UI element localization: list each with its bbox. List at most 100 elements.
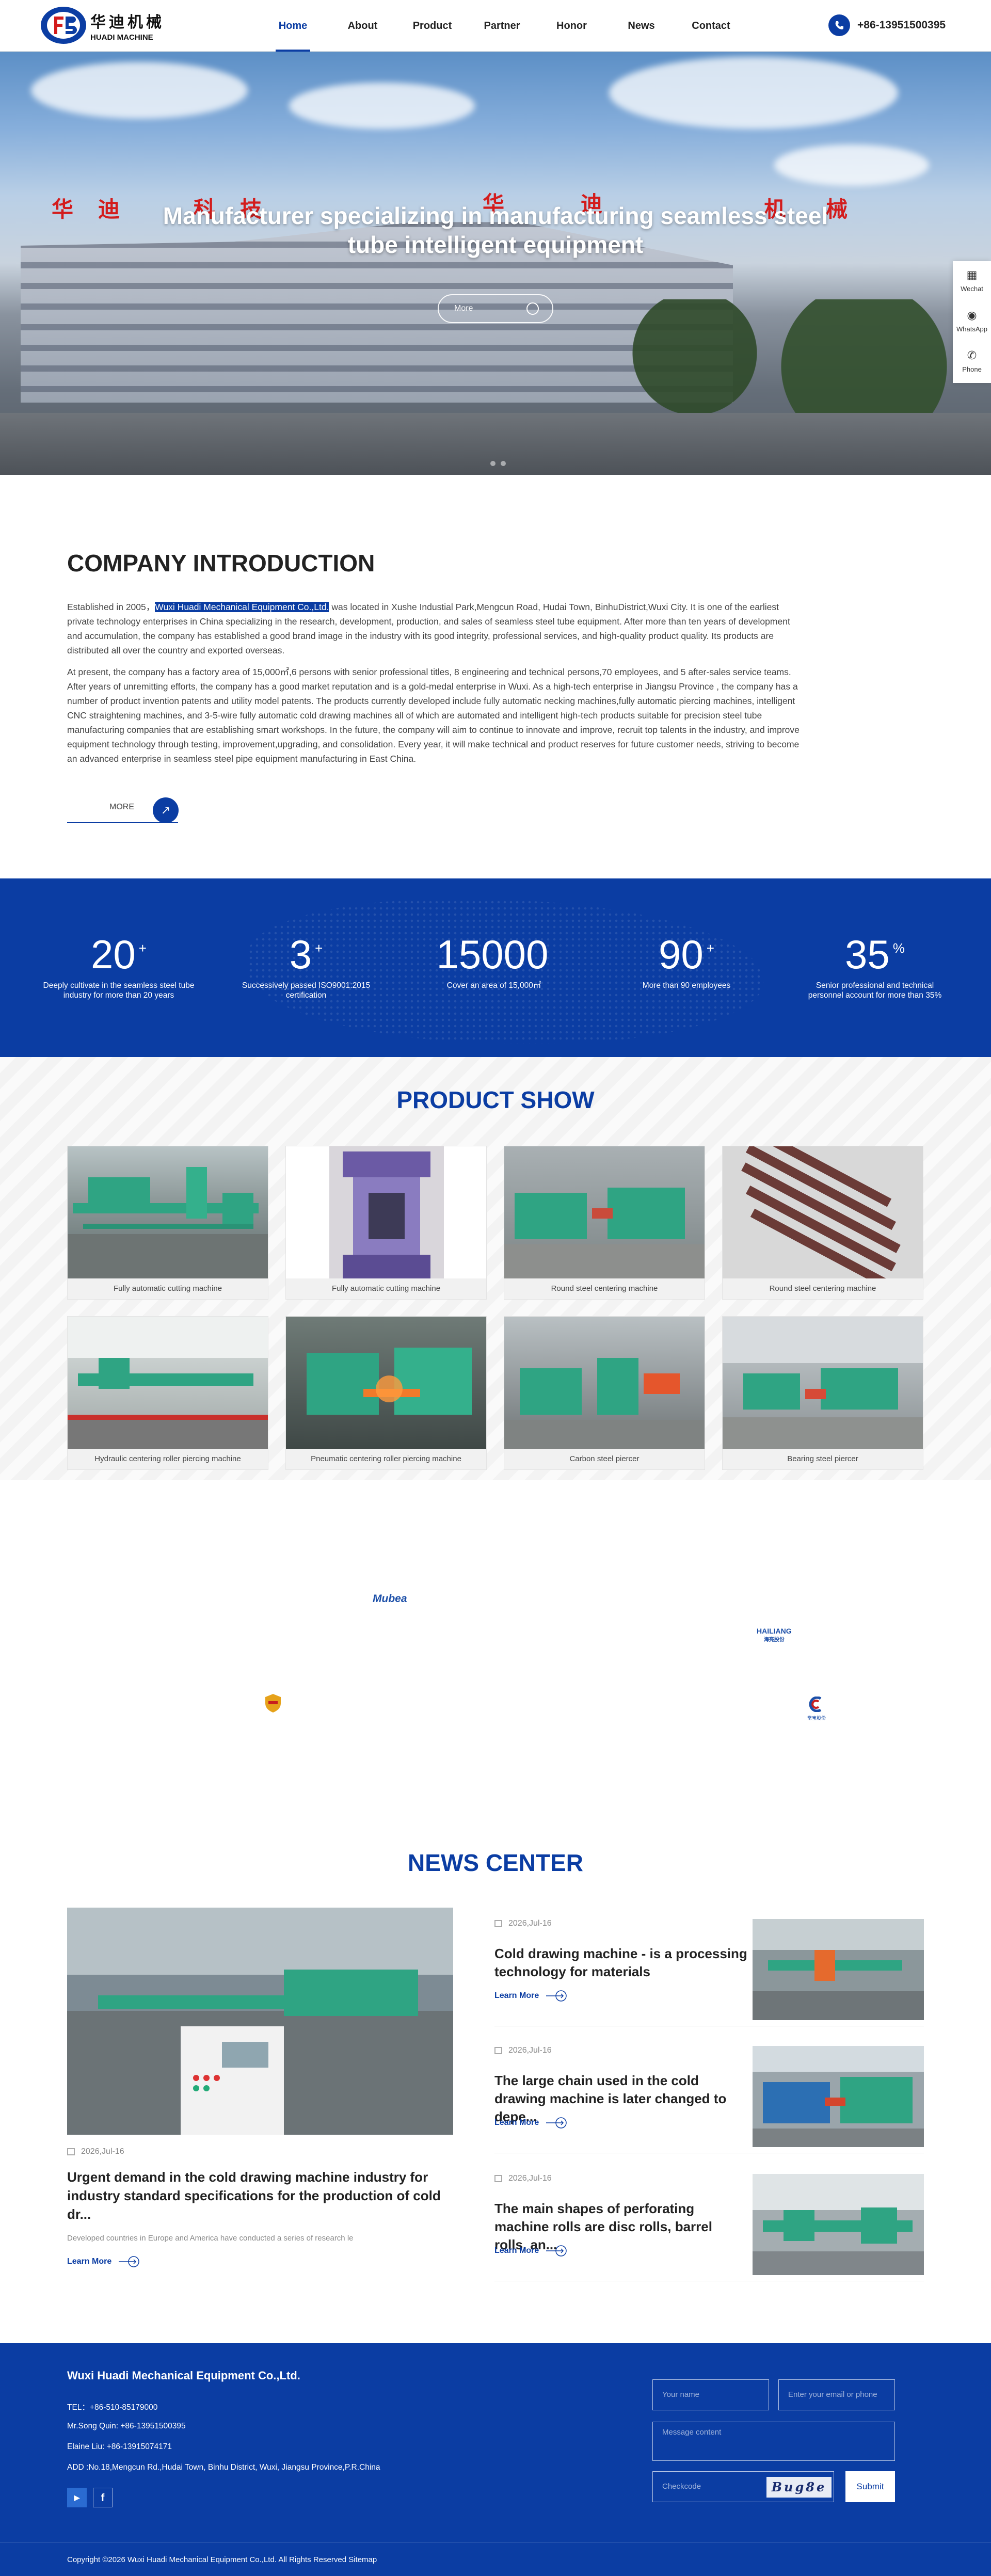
product-card[interactable]: Pneumatic centering roller piercing mach… [285,1316,487,1470]
logo-mark-icon [39,5,88,45]
arrow-right-icon [546,2245,567,2257]
product-image [504,1146,705,1278]
intro-paragraph-2: At present, the company has a factory ar… [67,667,800,764]
nav-partner[interactable]: Partner [467,0,537,52]
partner-logo-changbao[interactable]: 常宝股份 [805,1696,828,1721]
logo-cn: 华迪机械 [90,13,165,31]
cloud [609,57,898,129]
hero-banner: 华 迪 科 技 华 迪 机 械 Manufacturer specializin… [0,52,991,475]
learn-more-link[interactable]: Learn More [67,2256,453,2267]
captcha-image[interactable]: Bug8e [766,2477,832,2498]
side-phone[interactable]: ✆ Phone [953,342,991,382]
learn-more-label: Learn More [494,2246,539,2255]
logo-en: HUADI MACHINE [90,33,153,42]
cloud [289,83,475,129]
side-wechat[interactable]: ▦ Wechat [953,261,991,301]
news-item-image [753,2046,924,2147]
intro-more-button[interactable]: MORE ↗ [67,797,181,823]
footer-company: Wuxi Huadi Mechanical Equipment Co.,Ltd. [67,2369,300,2382]
nav-news[interactable]: News [606,0,676,52]
product-caption: Round steel centering machine [723,1278,923,1299]
site-header: 华迪机械 HUADI MACHINE Home About Product Pa… [0,0,991,52]
stat-number: 3 [289,932,312,977]
changbao-mark-icon [809,1696,822,1713]
logo[interactable]: 华迪机械 HUADI MACHINE [39,5,165,45]
nav-contact[interactable]: Contact [676,0,746,52]
side-float-bar: ▦ Wechat ◉ WhatsApp ✆ Phone [953,261,991,383]
news-list-item[interactable]: 2026,Jul-16 Cold drawing machine - is a … [494,1908,924,2026]
intro-paragraph-1: Established in 2005，Wuxi Huadi Mechanica… [67,600,800,658]
learn-more-link[interactable]: Learn More [494,2117,567,2129]
stat-number: 20 [91,932,136,977]
hero-dot[interactable] [490,461,496,466]
learn-more-link[interactable]: Learn More [494,1990,567,2002]
news-list-item[interactable]: 2026,Jul-16 The main shapes of perforati… [494,2163,924,2281]
news-item-title[interactable]: Cold drawing machine - is a processing t… [494,1945,747,1981]
product-image [723,1317,923,1449]
side-whatsapp-label: WhatsApp [956,325,987,333]
stats-band: 20 + Deeply cultivate in the seamless ste… [0,878,991,1057]
side-whatsapp[interactable]: ◉ WhatsApp [953,301,991,342]
cloud [774,145,929,186]
stat-number: 15000 [436,932,549,977]
product-image [504,1317,705,1449]
product-caption: Hydraulic centering roller piercing mach… [68,1449,268,1469]
footer-name-input[interactable]: Your name [652,2379,769,2410]
side-phone-label: Phone [962,365,982,373]
footer-message-input[interactable]: Message content [652,2422,895,2461]
product-card[interactable]: Fully automatic cutting machine [67,1146,268,1300]
news-list-item[interactable]: 2026,Jul-16 The large chain used in the … [494,2035,924,2153]
news-date-text: 2026,Jul-16 [508,1919,552,1928]
nav-honor[interactable]: Honor [537,0,606,52]
calendar-icon [494,2175,502,2182]
whatsapp-icon: ◉ [967,309,977,322]
nav-home[interactable]: Home [258,0,328,52]
news-featured[interactable]: 2026,Jul-16 Urgent demand in the cold dr… [67,1908,453,2267]
product-caption: Bearing steel piercer [723,1449,923,1469]
stat-suffix: + [138,940,147,956]
submit-button[interactable]: Submit [845,2471,895,2502]
phone-icon: ✆ [967,349,977,362]
product-card[interactable]: Fully automatic cutting machine [285,1146,487,1300]
product-card[interactable]: Carbon steel piercer [504,1316,705,1470]
nav-about[interactable]: About [328,0,397,52]
product-image [286,1317,486,1449]
product-card[interactable]: Round steel centering machine [722,1146,923,1300]
news-featured-title[interactable]: Urgent demand in the cold drawing machin… [67,2168,453,2223]
stat-suffix: + [315,940,323,956]
calendar-icon [494,1920,502,1927]
partner-logo-hailiang[interactable]: HAILIANG 海亮股份 [757,1627,792,1643]
product-image [68,1317,268,1449]
page: 华迪机械 HUADI MACHINE Home About Product Pa… [0,0,991,2576]
partner-logo-mubea[interactable]: Mubea [373,1593,407,1605]
footer-contact-1: Mr.Song Quin: +86-13951500395 [67,2422,186,2430]
footer-contact-input[interactable]: Enter your email or phone [778,2379,895,2410]
facebook-icon[interactable]: f [93,2488,113,2507]
stat-suffix: % [892,940,905,956]
product-section-title: PRODUCT SHOW [396,1086,595,1113]
news-date: 2026,Jul-16 [494,1919,552,1928]
hero-dot[interactable] [501,461,506,466]
product-card[interactable]: Round steel centering machine [504,1146,705,1300]
youtube-icon[interactable]: ▶ [67,2488,87,2507]
product-card[interactable]: Hydraulic centering roller piercing mach… [67,1316,268,1470]
news-featured-image [67,1908,453,2135]
partner-logo-shield[interactable] [265,1694,281,1713]
hero-more-button[interactable]: More [438,294,553,323]
stat-area: 15000 Cover an area of 15,000㎡ [417,931,571,990]
company-name-highlight: Wuxi Huadi Mechanical Equipment Co.,Ltd. [155,602,329,612]
footer-checkcode-input[interactable]: Checkcode Bug8e [652,2471,834,2502]
intro-p1-pre: Established in 2005， [67,602,155,612]
copyright-text: Copyright ©2026 Wuxi Huadi Mechanical Eq… [67,2555,377,2564]
product-card[interactable]: Bearing steel piercer [722,1316,923,1470]
nav-product[interactable]: Product [397,0,467,52]
sign-char: 迪 [98,197,120,221]
header-phone[interactable]: +86-13951500395 [828,14,946,36]
intro-title: COMPANY INTRODUCTION [67,550,375,577]
news-item-image [753,1919,924,2020]
arrow-up-right-icon: ↗ [153,797,179,823]
circle-icon [526,302,539,315]
learn-more-link[interactable]: Learn More [494,2245,567,2257]
product-image [68,1146,268,1278]
news-date: 2026,Jul-16 [67,2147,453,2156]
